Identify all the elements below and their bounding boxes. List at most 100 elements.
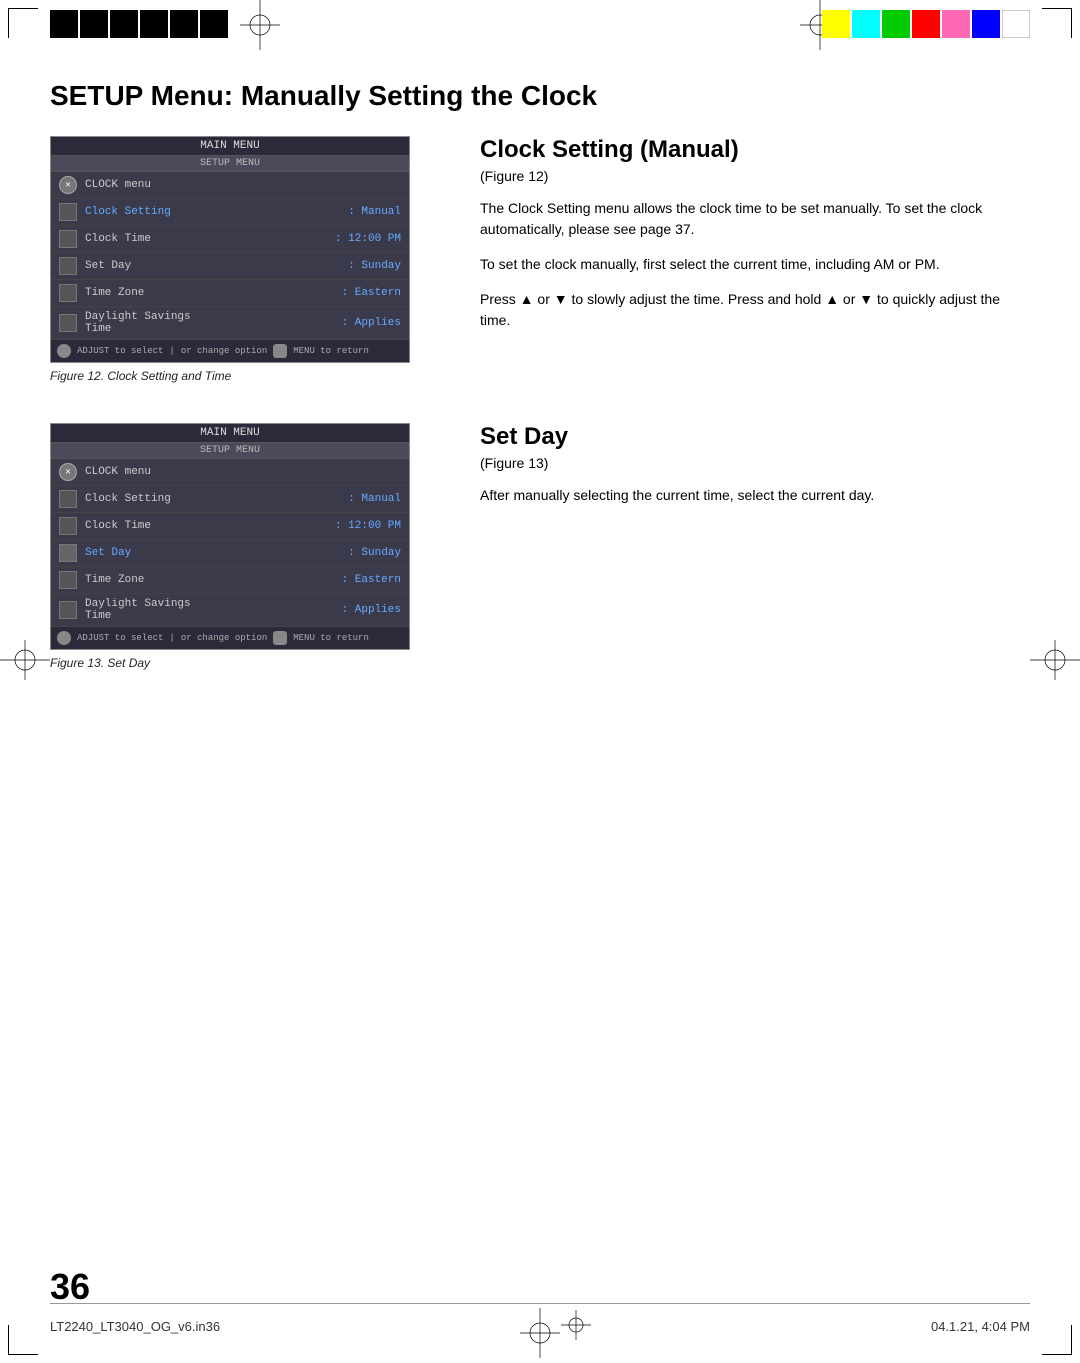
figure12-text3: Press ▲ or ▼ to slowly adjust the time. … [480, 289, 1030, 331]
color-bar-7 [1002, 10, 1030, 38]
menu12-value-1: : 12:00 PM [335, 233, 401, 245]
corner-mark-tl [8, 8, 38, 38]
color-bars-top [822, 10, 1030, 38]
crosshair-top-left [240, 0, 280, 55]
menu13-item-3: Time Zone : Eastern [51, 567, 409, 594]
menu13-icon-2 [59, 544, 77, 562]
color-bar-5 [942, 10, 970, 38]
figure12-heading: Clock Setting (Manual) [480, 136, 1030, 164]
menu13-item-0: Clock Setting : Manual [51, 486, 409, 513]
menu13-clock-label: CLOCK menu [85, 466, 401, 478]
menu13-label-2: Set Day [85, 547, 348, 559]
figure12-caption: Figure 12. Clock Setting and Time [50, 369, 450, 383]
black-bar-2 [80, 10, 108, 38]
menu12-icon-3 [59, 284, 77, 302]
menu12-footer-icon [57, 344, 71, 358]
figure12-right: Clock Setting (Manual) (Figure 12) The C… [480, 136, 1030, 383]
menu12-subheader: SETUP MENU [51, 156, 409, 172]
menu13-value-1: : 12:00 PM [335, 520, 401, 532]
page-content: SETUP Menu: Manually Setting the Clock M… [50, 60, 1030, 1313]
crosshair-right [1030, 640, 1080, 685]
page-title: SETUP Menu: Manually Setting the Clock [50, 80, 1030, 112]
menu12-clock-label: CLOCK menu [85, 179, 401, 191]
menu12-footer-text3: MENU to return [293, 346, 369, 356]
menu13-label-3: Time Zone [85, 574, 342, 586]
figure13-heading: Set Day [480, 423, 1030, 451]
menu13-subheader: SETUP MENU [51, 443, 409, 459]
menu13-footer-text2: or change option [181, 633, 267, 643]
figure13-text1: After manually selecting the current tim… [480, 485, 1030, 506]
menu13-icon-0 [59, 490, 77, 508]
black-bar-6 [200, 10, 228, 38]
menu13-clock-icon: ✕ [59, 463, 77, 481]
menu12-value-2: : Sunday [348, 260, 401, 272]
figure13-left: MAIN MENU SETUP MENU ✕ CLOCK menu Clock … [50, 423, 450, 670]
color-bar-6 [972, 10, 1000, 38]
menu13-footer-sep: | [169, 633, 174, 643]
menu12-footer: ADJUST to select | or change option MENU… [51, 340, 409, 362]
black-bar-1 [50, 10, 78, 38]
menu13-item-1: Clock Time : 12:00 PM [51, 513, 409, 540]
color-bar-2 [852, 10, 880, 38]
menu13-clock-menu: ✕ CLOCK menu [51, 459, 409, 486]
menu13-value-0: : Manual [348, 493, 401, 505]
menu12-icon-2 [59, 257, 77, 275]
footer-right: 04.1.21, 4:04 PM [931, 1319, 1030, 1334]
menu12-footer-text1: ADJUST to select [77, 346, 163, 356]
corner-mark-br [1042, 1325, 1072, 1355]
figure12-text1: The Clock Setting menu allows the clock … [480, 198, 1030, 240]
menu13-value-4: : Applies [342, 604, 401, 616]
black-bar-4 [140, 10, 168, 38]
menu12-icon-0 [59, 203, 77, 221]
menu12-footer-icon2 [273, 344, 287, 358]
color-bar-3 [882, 10, 910, 38]
corner-mark-bl [8, 1325, 38, 1355]
black-bar-5 [170, 10, 198, 38]
footer-left: LT2240_LT3040_OG_v6.in36 [50, 1319, 220, 1334]
black-bars-top [50, 10, 228, 38]
menu12-label-4: Daylight SavingsTime [85, 311, 342, 335]
black-bar-3 [110, 10, 138, 38]
corner-mark-tr [1042, 8, 1072, 38]
figure12-text2: To set the clock manually, first select … [480, 254, 1030, 275]
figure12-left: MAIN MENU SETUP MENU ✕ CLOCK menu Clock … [50, 136, 450, 383]
footer-center-crosshair [561, 1310, 591, 1343]
menu12-icon-4 [59, 314, 77, 332]
menu12-item-3: Time Zone : Eastern [51, 280, 409, 307]
menu13-footer-icon [57, 631, 71, 645]
menu13-label-1: Clock Time [85, 520, 335, 532]
figure13-right: Set Day (Figure 13) After manually selec… [480, 423, 1030, 670]
menu12-icon-1 [59, 230, 77, 248]
figure12-ref: (Figure 12) [480, 168, 1030, 184]
menu13-header: MAIN MENU [51, 424, 409, 443]
menu12-label-0: Clock Setting [85, 206, 348, 218]
figure13-menu: MAIN MENU SETUP MENU ✕ CLOCK menu Clock … [50, 423, 410, 650]
menu12-value-0: : Manual [348, 206, 401, 218]
menu12-item-1: Clock Time : 12:00 PM [51, 226, 409, 253]
page-footer: LT2240_LT3040_OG_v6.in36 04.1.21, 4:04 P… [50, 1303, 1030, 1343]
menu12-value-3: : Eastern [342, 287, 401, 299]
menu13-icon-4 [59, 601, 77, 619]
figure13-caption: Figure 13. Set Day [50, 656, 450, 670]
menu13-footer: ADJUST to select | or change option MENU… [51, 627, 409, 649]
menu13-icon-1 [59, 517, 77, 535]
menu13-value-2: : Sunday [348, 547, 401, 559]
menu12-label-2: Set Day [85, 260, 348, 272]
menu12-label-3: Time Zone [85, 287, 342, 299]
menu13-footer-text3: MENU to return [293, 633, 369, 643]
menu13-label-4: Daylight SavingsTime [85, 598, 342, 622]
color-bar-1 [822, 10, 850, 38]
page-number: 36 [50, 1266, 90, 1308]
menu12-clock-menu: ✕ CLOCK menu [51, 172, 409, 199]
menu13-footer-text1: ADJUST to select [77, 633, 163, 643]
color-bar-4 [912, 10, 940, 38]
menu12-header: MAIN MENU [51, 137, 409, 156]
menu13-item-2: Set Day : Sunday [51, 540, 409, 567]
menu13-label-0: Clock Setting [85, 493, 348, 505]
menu13-value-3: : Eastern [342, 574, 401, 586]
menu12-footer-text2: or change option [181, 346, 267, 356]
menu12-footer-sep: | [169, 346, 174, 356]
menu13-item-4: Daylight SavingsTime : Applies [51, 594, 409, 627]
menu12-item-2: Set Day : Sunday [51, 253, 409, 280]
menu12-clock-icon: ✕ [59, 176, 77, 194]
